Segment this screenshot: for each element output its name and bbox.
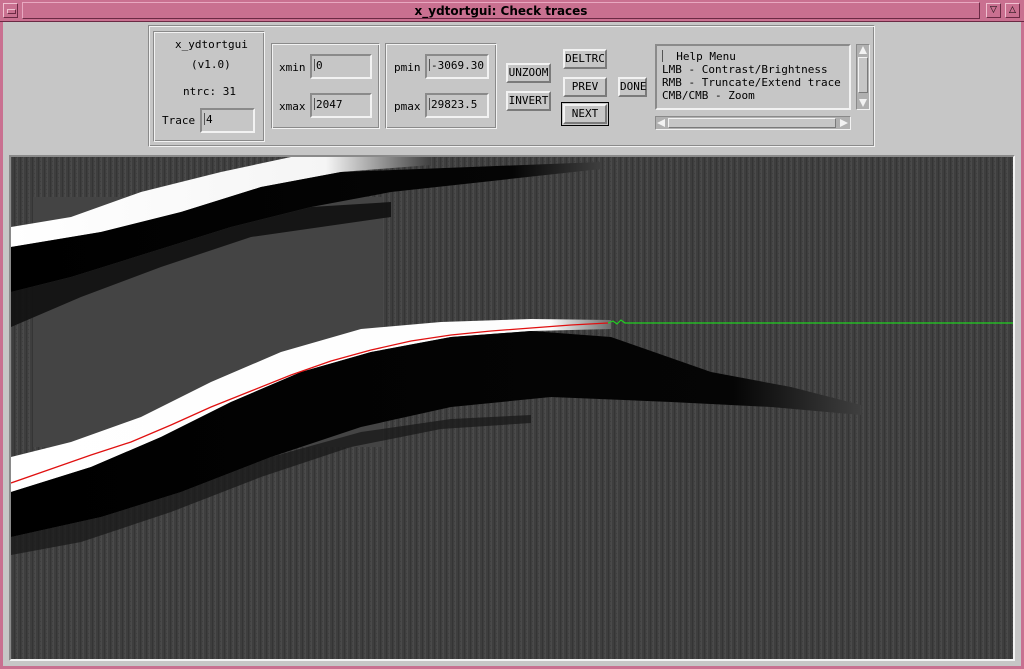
scroll-right-icon[interactable] (840, 119, 848, 127)
help-line-lmb: LMB - Contrast/Brightness (662, 63, 828, 76)
minimize-icon[interactable]: ▽ (986, 3, 1001, 18)
help-line-rmb: RMB - Truncate/Extend trace (662, 76, 841, 89)
title-bar[interactable]: x_ydtortgui: Check traces ▽ △ (0, 0, 1024, 22)
ntrc-label: ntrc: 31 (183, 85, 236, 98)
trace-input[interactable]: 4 (200, 108, 255, 133)
next-button[interactable]: NEXT (561, 102, 609, 126)
help-horizontal-scrollbar[interactable] (655, 116, 851, 130)
xmax-label: xmax (279, 100, 306, 113)
pmin-label: pmin (394, 61, 421, 74)
help-line-title: Help Menu (662, 50, 849, 63)
help-vertical-scrollbar[interactable] (856, 44, 870, 110)
help-line-cmb: CMB/CMB - Zoom (662, 89, 755, 102)
horizontal-scroll-thumb[interactable] (668, 118, 836, 128)
done-button[interactable]: DONE (618, 77, 647, 97)
maximize-icon[interactable]: △ (1005, 3, 1020, 18)
scroll-left-icon[interactable] (657, 119, 665, 127)
help-menu-list[interactable]: Help Menu LMB - Contrast/Brightness RMB … (655, 44, 851, 110)
invert-button[interactable]: INVERT (506, 91, 551, 111)
window-title: x_ydtortgui: Check traces (22, 2, 980, 19)
window-border-left (0, 22, 3, 669)
scroll-down-icon[interactable] (859, 99, 867, 107)
xmin-label: xmin (279, 61, 306, 74)
trace-image-view[interactable] (9, 155, 1015, 661)
trace-image-canvas[interactable] (11, 157, 1013, 659)
app-name-label: x_ydtortgui (175, 38, 248, 51)
deltrc-button[interactable]: DELTRC (563, 49, 607, 69)
xmax-input[interactable]: 2047 (310, 93, 372, 118)
window-menu-icon[interactable] (3, 3, 18, 18)
version-label: (v1.0) (191, 58, 231, 71)
xmin-input[interactable]: 0 (310, 54, 372, 79)
pmax-input[interactable]: 29823.5 (425, 93, 489, 118)
prev-button[interactable]: PREV (563, 77, 607, 97)
unzoom-button[interactable]: UNZOOM (506, 63, 551, 83)
pmin-input[interactable]: -3069.30 (425, 54, 489, 79)
pmax-label: pmax (394, 100, 421, 113)
vertical-scroll-thumb[interactable] (858, 57, 868, 93)
scroll-up-icon[interactable] (859, 46, 867, 54)
trace-label: Trace (162, 114, 196, 127)
